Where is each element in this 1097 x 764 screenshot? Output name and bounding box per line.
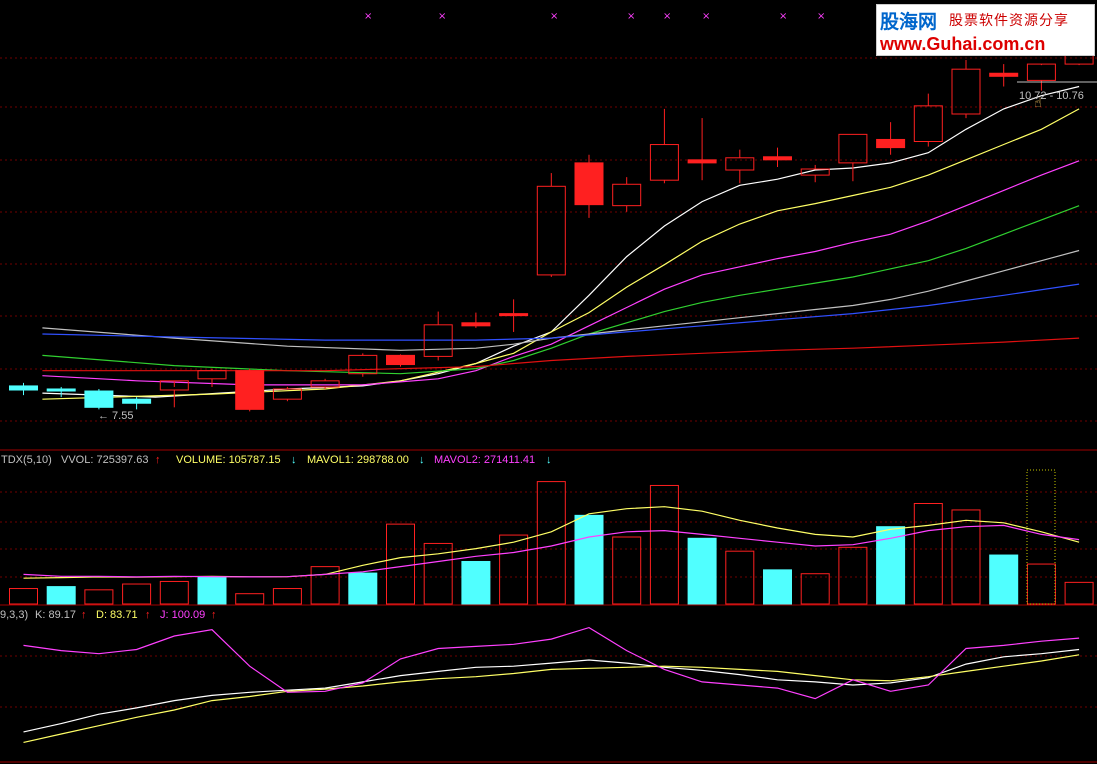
volume-bar bbox=[235, 593, 265, 605]
candle-body bbox=[989, 72, 1019, 77]
candle-body bbox=[574, 162, 604, 206]
ma-line-ma2 bbox=[42, 108, 1080, 400]
volume-bar bbox=[84, 589, 114, 605]
candle-body bbox=[9, 385, 38, 391]
j-arrow: ↑ bbox=[211, 609, 217, 621]
candle-body bbox=[649, 144, 679, 181]
mavol1-arrow: ↓ bbox=[419, 454, 425, 466]
d-arrow: ↑ bbox=[145, 609, 151, 621]
volume-bar bbox=[386, 523, 415, 605]
k-arrow: ↑ bbox=[81, 609, 87, 621]
candle-body bbox=[876, 138, 906, 149]
volume-bar bbox=[574, 514, 604, 605]
candle-body bbox=[122, 398, 152, 404]
mavol2-value: MAVOL2: 271411.41 bbox=[434, 454, 535, 466]
volume-bar bbox=[46, 586, 76, 605]
top-marker: × bbox=[779, 11, 787, 22]
vvol-value: VVOL: 725397.63 bbox=[61, 454, 148, 466]
volume-bar bbox=[499, 534, 529, 605]
watermark-logo-text: 股海网 bbox=[880, 11, 938, 33]
top-marker: × bbox=[663, 11, 671, 22]
watermark-logo: 股海网 股票软件资源分享 www.Guhai.com.cn bbox=[876, 4, 1095, 56]
mavol1-value: MAVOL1: 298788.00 bbox=[307, 454, 409, 466]
top-marker: × bbox=[550, 11, 558, 22]
volume-bar bbox=[612, 536, 642, 605]
volume-bar bbox=[913, 503, 943, 605]
candle-body bbox=[838, 133, 868, 164]
price-panel bbox=[9, 32, 1097, 412]
ma-line-ma5 bbox=[42, 249, 1080, 351]
j-value: J: 100.09 bbox=[160, 609, 205, 621]
kdj-panel bbox=[23, 626, 1080, 743]
volume-bar bbox=[687, 537, 717, 605]
d-value: D: 83.71 bbox=[96, 609, 138, 621]
chart-grid: × × × × × × × × bbox=[0, 11, 1097, 763]
ma-line-ma1 bbox=[42, 85, 1080, 398]
candle-body bbox=[46, 388, 76, 392]
volume-bar bbox=[159, 580, 189, 605]
hand-cursor-icon: ☝ bbox=[1034, 96, 1042, 111]
volume-bar bbox=[838, 546, 868, 605]
candle-body bbox=[461, 322, 491, 327]
range-label: 10.72 - 10.76 bbox=[1019, 90, 1084, 102]
top-marker: × bbox=[364, 11, 372, 22]
volume-bar bbox=[9, 588, 38, 605]
kdj-line-D bbox=[23, 654, 1080, 743]
mavol-line bbox=[23, 524, 1080, 578]
volume-highlight-box bbox=[1026, 469, 1056, 605]
volume-bar bbox=[1026, 563, 1056, 605]
mavol-line bbox=[23, 506, 1080, 579]
vol-title: TDX(5,10) bbox=[1, 454, 52, 466]
volume-value: VOLUME: 105787.15 bbox=[176, 454, 281, 466]
candle-body bbox=[84, 390, 114, 408]
volume-bar bbox=[122, 583, 152, 605]
candle-body bbox=[310, 380, 340, 388]
ma-line-ma4 bbox=[42, 205, 1080, 375]
volume-panel bbox=[9, 469, 1094, 605]
volume-bar bbox=[989, 554, 1019, 605]
volume-bar bbox=[649, 484, 679, 605]
ma-line-ma3 bbox=[42, 160, 1080, 386]
volume-bar bbox=[1064, 581, 1094, 605]
candle-body bbox=[235, 370, 265, 410]
volume-bar bbox=[348, 572, 378, 605]
top-marker: × bbox=[438, 11, 446, 22]
top-marker: × bbox=[817, 11, 825, 22]
watermark-tagline: 股票软件资源分享 bbox=[949, 13, 1069, 29]
candle-body bbox=[913, 105, 943, 142]
mavol2-arrow: ↓ bbox=[546, 454, 552, 466]
volume-bar bbox=[461, 560, 491, 605]
kdj-title: 9,3,3) bbox=[0, 609, 28, 621]
low-price-label: ← 7.55 bbox=[98, 410, 133, 422]
candle-body bbox=[386, 354, 415, 366]
watermark-url: www.Guhai.com.cn bbox=[880, 34, 1046, 54]
volume-bar bbox=[536, 481, 566, 605]
ma-line-ma7 bbox=[42, 337, 1080, 372]
candle-body bbox=[536, 185, 566, 276]
volume-arrow: ↓ bbox=[291, 454, 297, 466]
candle-body bbox=[687, 159, 717, 164]
top-marker: × bbox=[702, 11, 710, 22]
kdj-line-K bbox=[23, 648, 1080, 733]
candle-body bbox=[612, 183, 642, 207]
volume-bar bbox=[800, 573, 830, 605]
candle-body bbox=[763, 156, 792, 161]
volume-bar bbox=[272, 588, 302, 605]
vvol-arrow: ↑ bbox=[155, 454, 161, 466]
candle-body bbox=[348, 354, 378, 375]
volume-bar bbox=[763, 569, 792, 605]
k-value: K: 89.17 bbox=[35, 609, 76, 621]
candle-body bbox=[1026, 63, 1056, 81]
volume-bar bbox=[725, 550, 755, 605]
stock-chart: × × × × × × × × TDX(5,10) VVOL: 725397.63 ↑ VOL… bbox=[0, 11, 1097, 763]
volume-bar bbox=[951, 509, 981, 605]
top-marker: × bbox=[627, 11, 635, 22]
candle-body bbox=[499, 313, 529, 317]
volume-bar bbox=[197, 576, 227, 605]
candle-body bbox=[197, 370, 227, 380]
